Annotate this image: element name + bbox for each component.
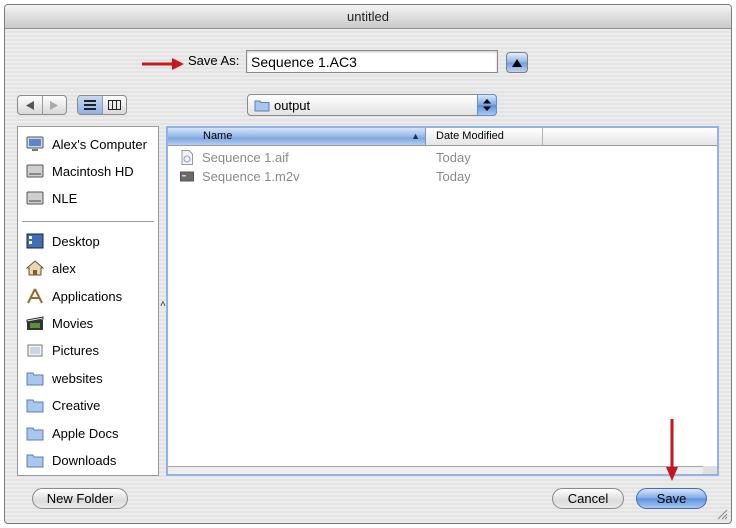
view-mode-control (77, 95, 127, 115)
sort-ascending-icon: ▲ (411, 131, 420, 141)
window-resize-grip-icon[interactable] (717, 509, 728, 520)
file-list-header: Name ▲ Date Modified (168, 128, 717, 146)
sidebar-item-applications[interactable]: Applications (24, 285, 122, 307)
desktop-icon (24, 231, 46, 251)
column-header-label: Date Modified (436, 130, 504, 142)
file-name: Sequence 1.aif (202, 150, 289, 165)
cancel-button[interactable]: Cancel (552, 488, 624, 509)
computer-icon (24, 134, 46, 154)
save-as-label: Save As: (188, 53, 240, 68)
file-name: Sequence 1.m2v (202, 169, 300, 184)
folder-icon (24, 368, 46, 388)
sidebar-item-label: Apple Docs (52, 425, 119, 441)
sidebar-item-creative[interactable]: Creative (24, 394, 100, 416)
column-view-button[interactable] (101, 96, 127, 114)
sidebar-item-label: websites (52, 370, 103, 386)
column-header-name[interactable]: Name ▲ (168, 128, 426, 145)
column-header-date-modified[interactable]: Date Modified (426, 128, 543, 145)
folder-location-popup[interactable]: output (247, 94, 497, 116)
sidebar: Alex's Computer Macintosh HD NLE Desktop (17, 126, 159, 476)
sidebar-item-downloads[interactable]: Downloads (24, 449, 116, 471)
sidebar-divider (22, 221, 154, 222)
applications-icon (24, 286, 46, 306)
movies-icon (24, 313, 46, 333)
file-row[interactable]: Sequence 1.aif Today (168, 148, 717, 167)
save-dialog-window: untitled Save As: outp (4, 4, 732, 524)
sidebar-item-label: Applications (52, 288, 123, 304)
annotation-arrow-save (666, 419, 678, 481)
hard-drive-icon (24, 188, 46, 208)
sidebar-item-label: alex (52, 260, 76, 276)
folder-icon (24, 395, 46, 415)
file-list: Name ▲ Date Modified Sequence 1.aif Toda… (166, 126, 719, 476)
forward-button[interactable] (41, 96, 67, 114)
back-button[interactable] (18, 96, 42, 114)
sidebar-item-label: Desktop (52, 233, 100, 249)
video-file-icon (180, 171, 194, 182)
pictures-icon (24, 340, 46, 360)
sidebar-item-label: Movies (52, 315, 94, 331)
folder-icon (24, 423, 46, 443)
sidebar-item-pictures[interactable]: Pictures (24, 339, 99, 361)
sidebar-item-movies[interactable]: Movies (24, 312, 93, 334)
popup-arrows (477, 94, 497, 116)
sidebar-item-nle[interactable]: NLE (24, 187, 77, 209)
file-row[interactable]: Sequence 1.m2v Today (168, 167, 717, 186)
horizontal-scrollbar[interactable] (168, 466, 717, 474)
list-view-icon (83, 100, 96, 110)
audio-file-icon (181, 150, 193, 165)
triangle-up-icon (512, 58, 522, 67)
sidebar-item-macintosh-hd[interactable]: Macintosh HD (24, 160, 134, 182)
column-view-icon (107, 100, 121, 110)
home-icon (24, 258, 46, 278)
sidebar-item-alexs-computer[interactable]: Alex's Computer (24, 133, 147, 155)
file-date: Today (436, 169, 471, 184)
sidebar-item-label: NLE (52, 190, 78, 206)
expand-dialog-button[interactable] (506, 52, 528, 73)
folder-popup-label: output (274, 97, 311, 113)
up-down-arrows-icon (483, 99, 491, 111)
folder-icon (24, 450, 46, 470)
save-button[interactable]: Save (636, 488, 707, 509)
sidebar-item-label: Macintosh HD (52, 163, 134, 179)
back-forward-control (17, 95, 67, 115)
sidebar-item-apple-docs[interactable]: Apple Docs (24, 422, 118, 444)
sidebar-item-desktop[interactable]: Desktop (24, 230, 100, 252)
window-title: untitled (5, 5, 731, 29)
folder-icon (254, 100, 270, 111)
new-folder-button[interactable]: New Folder (32, 488, 128, 509)
sidebar-item-label: Pictures (52, 342, 99, 358)
file-date: Today (436, 150, 471, 165)
sidebar-item-label: Downloads (52, 452, 117, 468)
column-header-label: Name (203, 130, 233, 142)
annotation-arrow-save-as (142, 58, 184, 70)
sidebar-resize-handle[interactable]: ˄ (160, 299, 166, 310)
triangle-right-icon (50, 100, 59, 110)
list-view-button[interactable] (78, 96, 102, 114)
hard-drive-icon (24, 161, 46, 181)
save-as-input[interactable] (246, 50, 498, 73)
triangle-left-icon (25, 100, 34, 110)
sidebar-item-label: Alex's Computer (52, 136, 147, 152)
sidebar-item-websites[interactable]: websites (24, 367, 103, 389)
scroll-corner (703, 466, 717, 474)
sidebar-item-alex[interactable]: alex (24, 257, 76, 279)
sidebar-item-label: Creative (52, 397, 101, 413)
